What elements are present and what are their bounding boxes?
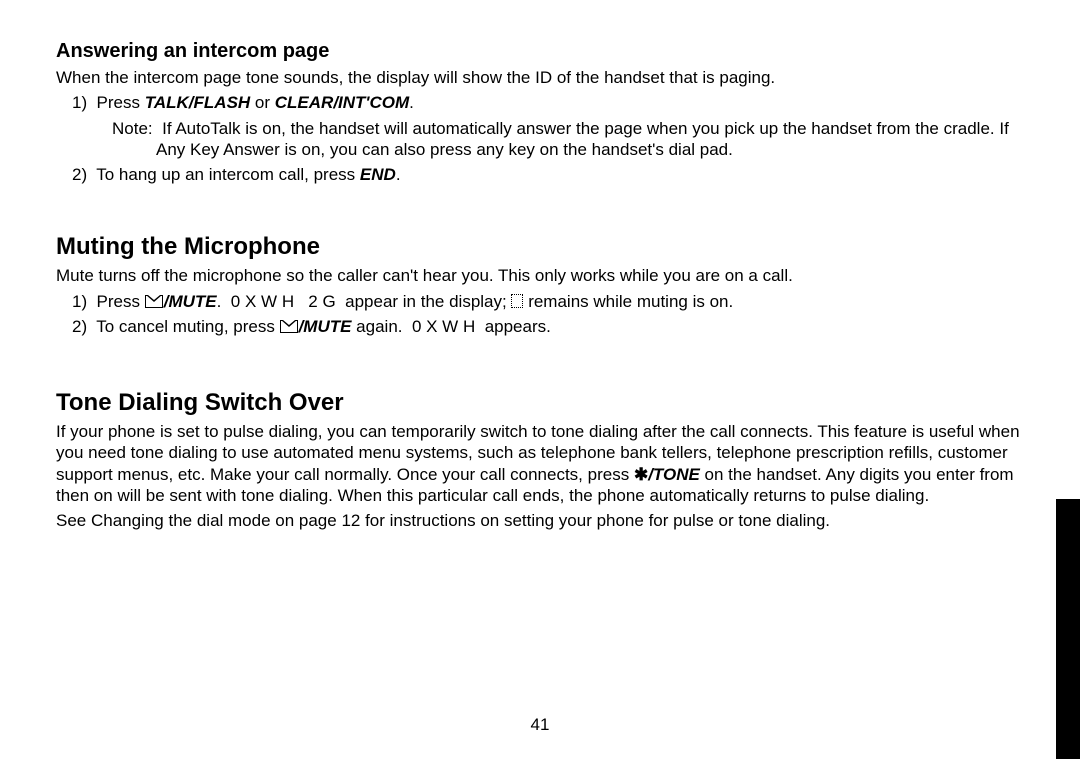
text-fragment: 1) Press xyxy=(72,292,145,311)
mute-key: /MUTE xyxy=(164,292,217,311)
answering-intercom-heading: Answering an intercom page xyxy=(56,40,1024,63)
muting-step-2: 2) To cancel muting, press /MUTE again. … xyxy=(72,316,1024,337)
manual-page: Answering an intercom page When the inte… xyxy=(0,0,1080,759)
answering-note: Note: If AutoTalk is on, the handset wil… xyxy=(112,118,1024,161)
tone-dialing-para2: See Changing the dial mode on page 12 fo… xyxy=(56,510,1024,531)
envelope-icon xyxy=(145,295,163,308)
clear-intcom-key: CLEAR/INT'COM xyxy=(275,93,409,112)
text-fragment: 2) To hang up an intercom call, press xyxy=(72,165,360,184)
end-key: END xyxy=(360,165,396,184)
answering-step-1: 1) Press TALK/FLASH or CLEAR/INT'COM. xyxy=(72,92,1024,113)
muting-step-1: 1) Press /MUTE. 0 X W H 2 G appear in th… xyxy=(72,291,1024,312)
text-fragment: 1) Press xyxy=(72,93,145,112)
text-fragment: 2) To cancel muting, press xyxy=(72,317,280,336)
tone-key: /TONE xyxy=(648,465,700,484)
text-fragment: . xyxy=(409,93,414,112)
mute-indicator-icon xyxy=(511,294,523,308)
answering-step-2: 2) To hang up an intercom call, press EN… xyxy=(72,164,1024,185)
muting-intro: Mute turns off the microphone so the cal… xyxy=(56,265,1024,286)
muting-microphone-heading: Muting the Microphone xyxy=(56,233,1024,261)
text-fragment: appear in the display; xyxy=(345,292,511,311)
talk-flash-key: TALK/FLASH xyxy=(145,93,250,112)
mute-key: /MUTE xyxy=(299,317,352,336)
text-fragment: remains while muting is on. xyxy=(523,292,733,311)
note-label: Note: xyxy=(112,119,162,138)
tone-dialing-heading: Tone Dialing Switch Over xyxy=(56,389,1024,417)
section-tab-label: Using Special Features xyxy=(1061,251,1078,511)
envelope-icon xyxy=(280,320,298,333)
text-fragment: appears. xyxy=(485,317,551,336)
answering-intercom-intro: When the intercom page tone sounds, the … xyxy=(56,67,1024,88)
text-fragment: . 0 X W H 2 G xyxy=(217,292,345,311)
note-text: If AutoTalk is on, the handset will auto… xyxy=(156,119,1009,159)
star-icon: ✱ xyxy=(634,465,648,484)
text-fragment: or xyxy=(250,93,275,112)
page-number: 41 xyxy=(0,715,1080,735)
tone-dialing-para1: If your phone is set to pulse dialing, y… xyxy=(56,421,1024,506)
section-tab: Using Special Features xyxy=(1056,499,1080,759)
text-fragment: . xyxy=(396,165,401,184)
text-fragment: again. 0 X W H xyxy=(351,317,484,336)
